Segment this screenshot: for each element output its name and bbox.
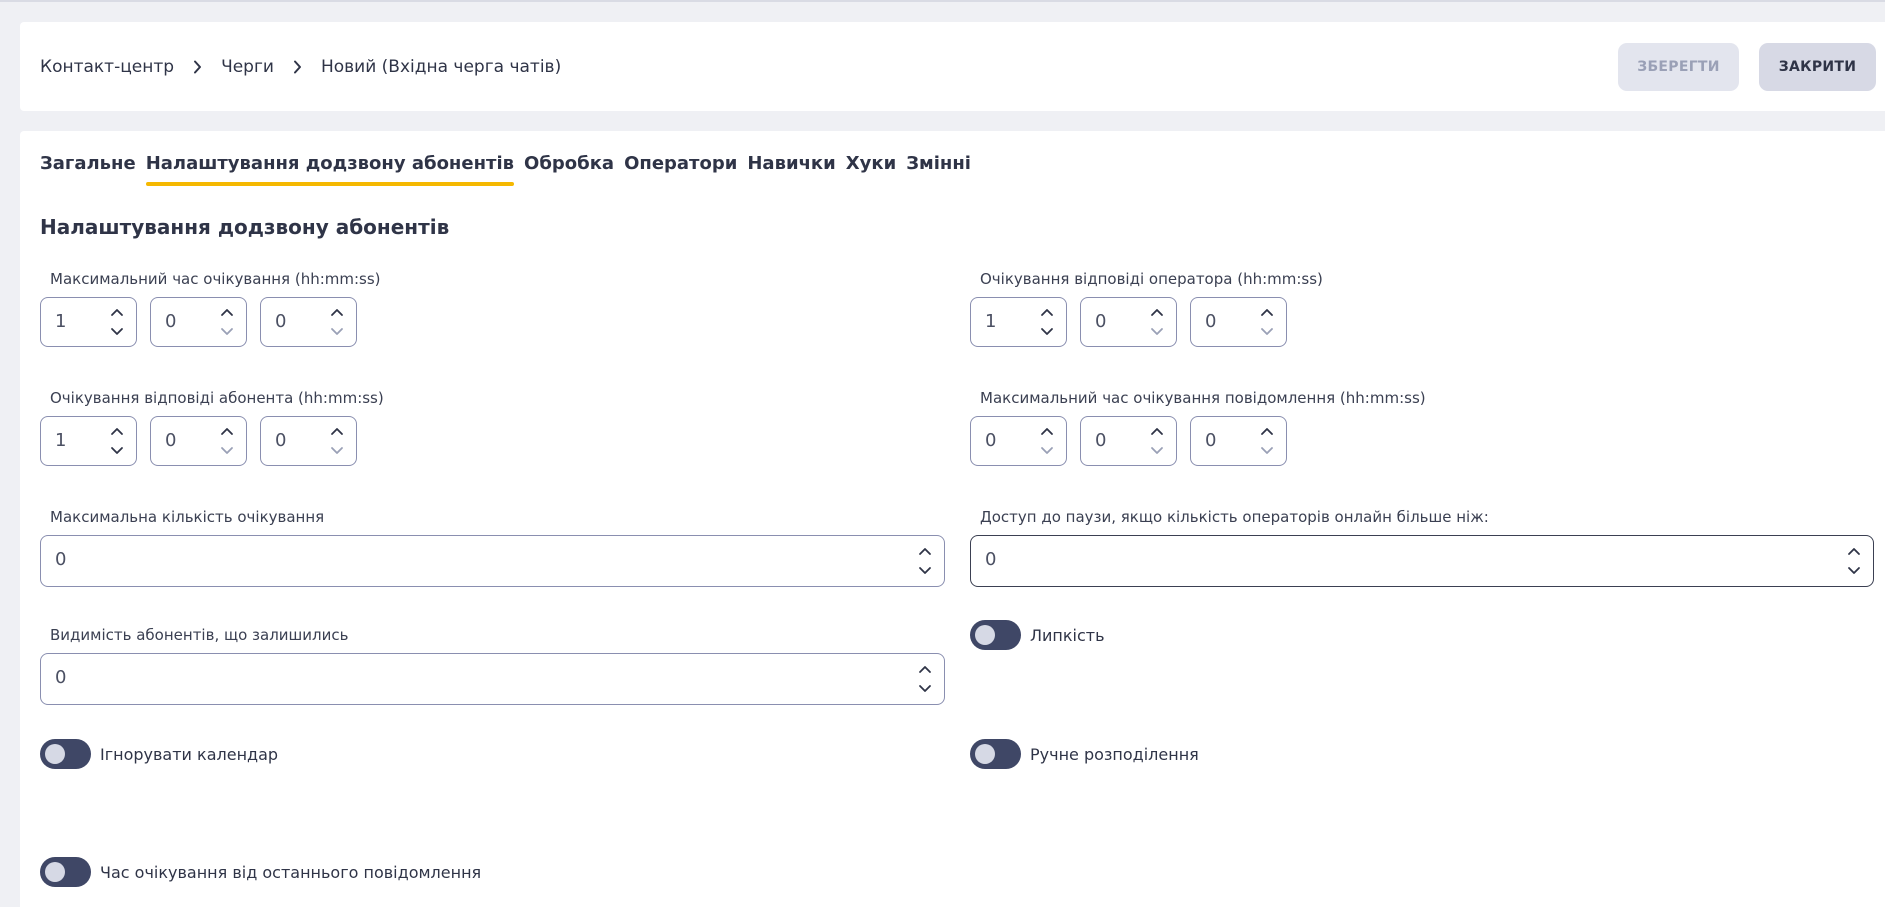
save-button[interactable]: ЗБЕРЕГТИ xyxy=(1618,43,1739,91)
breadcrumb-item-contact-center[interactable]: Контакт-центр xyxy=(40,57,174,77)
subscriber-wait-hours-stepper[interactable]: 1 xyxy=(40,416,137,466)
chevron-up-icon[interactable] xyxy=(330,426,344,436)
max-message-wait-label: Максимальний час очікування повідомлення… xyxy=(980,389,1426,407)
stepper-value: 0 xyxy=(275,430,287,451)
tab-operators[interactable]: Оператори xyxy=(624,153,737,186)
subscriber-answer-wait-label: Очікування відповіді абонента (hh:mm:ss) xyxy=(50,389,384,407)
stepper-value: 0 xyxy=(1095,311,1107,332)
message-wait-minutes-stepper[interactable]: 0 xyxy=(1080,416,1177,466)
ignore-calendar-label: Ігнорувати календар xyxy=(100,745,279,764)
pause-access-input[interactable]: 0 xyxy=(970,535,1874,587)
stepper-value: 0 xyxy=(165,430,177,451)
stepper-value: 0 xyxy=(1205,311,1217,332)
chevron-up-icon[interactable] xyxy=(220,307,234,317)
operator-answer-wait-label: Очікування відповіді оператора (hh:mm:ss… xyxy=(980,270,1323,288)
stickiness-toggle[interactable] xyxy=(970,620,1021,650)
max-waiting-count-input[interactable]: 0 xyxy=(40,535,945,587)
section-title: Налаштування додзвону абонентів xyxy=(40,215,450,239)
tab-processing[interactable]: Обробка xyxy=(524,153,614,186)
chevron-down-icon[interactable] xyxy=(1150,446,1164,456)
chevron-up-icon[interactable] xyxy=(1150,307,1164,317)
chevron-down-icon[interactable] xyxy=(1040,446,1054,456)
chevron-down-icon[interactable] xyxy=(330,327,344,337)
input-value: 0 xyxy=(55,667,67,688)
max-wait-time-label: Максимальний час очікування (hh:mm:ss) xyxy=(50,270,381,288)
chevron-down-icon[interactable] xyxy=(330,446,344,456)
remaining-visibility-input[interactable]: 0 xyxy=(40,653,945,705)
chevron-up-icon[interactable] xyxy=(1040,307,1054,317)
subscriber-wait-minutes-stepper[interactable]: 0 xyxy=(150,416,247,466)
stepper-value: 0 xyxy=(985,430,997,451)
manual-distribution-toggle[interactable] xyxy=(970,739,1021,769)
chevron-down-icon[interactable] xyxy=(110,327,124,337)
chevron-down-icon[interactable] xyxy=(1150,327,1164,337)
toggle-knob xyxy=(975,744,995,764)
wait-from-last-message-label: Час очікування від останнього повідомлен… xyxy=(100,863,482,882)
chevron-up-icon[interactable] xyxy=(1040,426,1054,436)
chevron-up-icon[interactable] xyxy=(1847,546,1861,556)
max-waiting-count-label: Максимальна кількість очікування xyxy=(50,508,325,526)
breadcrumb-item-queues[interactable]: Черги xyxy=(221,57,274,77)
operator-wait-hours-stepper[interactable]: 1 xyxy=(970,297,1067,347)
chevron-down-icon[interactable] xyxy=(1847,566,1861,576)
stepper-value: 0 xyxy=(1095,430,1107,451)
stepper-value: 1 xyxy=(55,311,67,332)
operator-wait-minutes-stepper[interactable]: 0 xyxy=(1080,297,1177,347)
max-wait-minutes-stepper[interactable]: 0 xyxy=(150,297,247,347)
tab-skills[interactable]: Навички xyxy=(747,153,835,186)
stepper-value: 1 xyxy=(985,311,997,332)
stepper-value: 0 xyxy=(275,311,287,332)
stepper-value: 0 xyxy=(1205,430,1217,451)
settings-panel: Загальне Налаштування додзвону абонентів… xyxy=(20,131,1885,907)
stepper-value: 0 xyxy=(165,311,177,332)
chevron-down-icon[interactable] xyxy=(1260,446,1274,456)
chevron-up-icon[interactable] xyxy=(1260,426,1274,436)
input-value: 0 xyxy=(55,549,67,570)
breadcrumb: Контакт-центр Черги Новий (Вхідна черга … xyxy=(40,22,561,111)
tab-variables[interactable]: Змінні xyxy=(906,153,971,186)
chevron-down-icon[interactable] xyxy=(918,684,932,694)
stickiness-label: Липкість xyxy=(1030,626,1105,645)
manual-distribution-label: Ручне розподілення xyxy=(1030,745,1199,764)
max-wait-hours-stepper[interactable]: 1 xyxy=(40,297,137,347)
tab-dial-settings[interactable]: Налаштування додзвону абонентів xyxy=(145,153,515,186)
chevron-up-icon[interactable] xyxy=(110,426,124,436)
message-wait-seconds-stepper[interactable]: 0 xyxy=(1190,416,1287,466)
chevron-right-icon xyxy=(293,60,302,74)
chevron-up-icon[interactable] xyxy=(220,426,234,436)
close-button[interactable]: ЗАКРИТИ xyxy=(1759,43,1876,91)
operator-wait-seconds-stepper[interactable]: 0 xyxy=(1190,297,1287,347)
top-border xyxy=(0,0,1885,2)
toggle-knob xyxy=(975,625,995,645)
toggle-knob xyxy=(45,862,65,882)
stepper-value: 1 xyxy=(55,430,67,451)
tab-bar: Загальне Налаштування додзвону абонентів… xyxy=(40,153,981,186)
chevron-up-icon[interactable] xyxy=(1150,426,1164,436)
chevron-down-icon[interactable] xyxy=(1260,327,1274,337)
tab-general[interactable]: Загальне xyxy=(40,153,136,186)
max-wait-seconds-stepper[interactable]: 0 xyxy=(260,297,357,347)
tab-hooks[interactable]: Хуки xyxy=(846,153,896,186)
wait-from-last-message-toggle[interactable] xyxy=(40,857,91,887)
pause-access-label: Доступ до паузи, якщо кількість оператор… xyxy=(980,508,1489,526)
message-wait-hours-stepper[interactable]: 0 xyxy=(970,416,1067,466)
header-bar: Контакт-центр Черги Новий (Вхідна черга … xyxy=(20,22,1885,111)
chevron-up-icon[interactable] xyxy=(110,307,124,317)
ignore-calendar-toggle[interactable] xyxy=(40,739,91,769)
chevron-down-icon[interactable] xyxy=(220,446,234,456)
chevron-down-icon[interactable] xyxy=(110,446,124,456)
chevron-up-icon[interactable] xyxy=(1260,307,1274,317)
chevron-right-icon xyxy=(193,60,202,74)
chevron-down-icon[interactable] xyxy=(220,327,234,337)
subscriber-wait-seconds-stepper[interactable]: 0 xyxy=(260,416,357,466)
chevron-up-icon[interactable] xyxy=(330,307,344,317)
chevron-down-icon[interactable] xyxy=(918,566,932,576)
remaining-visibility-label: Видимість абонентів, що залишились xyxy=(50,626,349,644)
breadcrumb-item-current: Новий (Вхідна черга чатів) xyxy=(320,56,562,77)
input-value: 0 xyxy=(985,549,997,570)
chevron-up-icon[interactable] xyxy=(918,546,932,556)
chevron-up-icon[interactable] xyxy=(918,664,932,674)
chevron-down-icon[interactable] xyxy=(1040,327,1054,337)
toggle-knob xyxy=(45,744,65,764)
